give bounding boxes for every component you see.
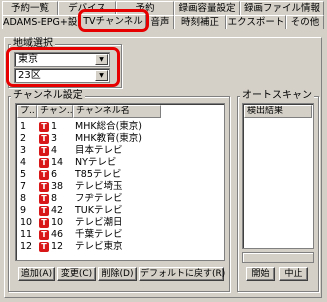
- tab-tv-channel[interactable]: TVチャンネル: [80, 14, 146, 30]
- channel-list-header: プ.. チャン.. チャンネル名: [17, 105, 161, 118]
- channel-logo-icon: T: [39, 181, 49, 192]
- row-channel-name: T85テレビ: [75, 168, 122, 180]
- channel-logo-icon: T: [39, 121, 49, 132]
- channel-logo-icon: T: [39, 205, 49, 216]
- add-button[interactable]: 追加(A): [18, 267, 55, 281]
- column-channel-name[interactable]: チャンネル名: [73, 105, 161, 118]
- tab-other[interactable]: その他: [286, 15, 324, 29]
- row-position: 8: [20, 192, 27, 204]
- channel-logo-icon: T: [39, 145, 49, 156]
- row-position: 9: [20, 204, 27, 216]
- tab-recording-file-info[interactable]: 録画ファイル情報: [240, 1, 324, 15]
- chevron-down-icon[interactable]: ▼: [95, 54, 108, 65]
- row-position: 2: [20, 132, 27, 144]
- chevron-down-icon[interactable]: ▼: [95, 70, 108, 81]
- row-channel-name: テレビ東京: [75, 240, 123, 252]
- tab-reservation-list[interactable]: 予約一覧: [2, 1, 58, 15]
- tab-row-back: 予約一覧 デバイス 予約 録画容量設定 録画ファイル情報: [0, 1, 327, 15]
- tab-adams-epg-settings[interactable]: ADAMS-EPG+設定: [2, 15, 80, 29]
- column-position[interactable]: プ..: [17, 105, 37, 118]
- channel-logo-icon: T: [39, 229, 49, 240]
- restore-default-button[interactable]: デフォルトに戻す(R): [139, 267, 225, 281]
- row-channel-name: MHK教育(東京): [75, 132, 142, 144]
- delete-button[interactable]: 削除(D): [98, 267, 137, 281]
- tab-time-correction[interactable]: 時刻補正: [174, 15, 226, 29]
- row-position: 7: [20, 180, 27, 192]
- prefecture-value: 東京: [18, 54, 38, 65]
- tab-row-front: ADAMS-EPG+設定 TVチャンネル 音声 時刻補正 エクスポート その他: [0, 14, 327, 30]
- prefecture-select[interactable]: 東京 ▼: [14, 52, 110, 67]
- tab-reservation[interactable]: 予約: [116, 1, 174, 15]
- row-channel-name: テレビ埼玉: [75, 180, 123, 192]
- row-channel-name: フヂテレビ: [75, 192, 123, 204]
- row-position: 10: [20, 216, 33, 228]
- row-channel: 4: [51, 144, 58, 156]
- scan-stop-button[interactable]: 中止: [279, 267, 308, 281]
- autoscan-group-label: オートスキャン: [240, 90, 314, 101]
- row-channel: 38: [51, 180, 64, 192]
- row-position: 12: [20, 240, 33, 252]
- autoscan-progress: [242, 252, 314, 263]
- channel-logo-icon: T: [39, 133, 49, 144]
- autoscan-result-list[interactable]: 検出結果: [242, 103, 314, 249]
- column-channel[interactable]: チャン..: [37, 105, 73, 118]
- tab-export[interactable]: エクスポート: [226, 15, 286, 29]
- channel-logo-icon: T: [39, 241, 49, 252]
- row-channel: 42: [51, 204, 64, 216]
- channel-logo-icon: T: [39, 193, 49, 204]
- region-group-label: 地域選択: [11, 38, 55, 49]
- row-channel: 3: [51, 132, 58, 144]
- row-channel: 10: [51, 216, 64, 228]
- row-position: 1: [20, 120, 27, 132]
- area-select[interactable]: 23区 ▼: [14, 68, 110, 83]
- row-channel-name: 千葉テレビ: [75, 228, 123, 240]
- tab-recording-capacity[interactable]: 録画容量設定: [174, 1, 240, 15]
- row-channel: 46: [51, 228, 64, 240]
- row-channel: 6: [51, 168, 58, 180]
- row-position: 3: [20, 144, 27, 156]
- row-position: 4: [20, 156, 27, 168]
- tab-device[interactable]: デバイス: [58, 1, 116, 15]
- row-channel-name: TUKテレビ: [75, 204, 123, 216]
- channel-logo-icon: T: [39, 169, 49, 180]
- row-channel-name: テレビ潮日: [75, 216, 123, 228]
- channel-logo-icon: T: [39, 217, 49, 228]
- row-channel: 14: [51, 156, 64, 168]
- row-channel-name: 目本テレビ: [75, 144, 123, 156]
- row-channel-name: NYテレビ: [75, 156, 117, 168]
- row-channel-name: MHK総合(東京): [75, 120, 142, 132]
- scan-start-button[interactable]: 開始: [246, 267, 275, 281]
- tab-audio[interactable]: 音声: [146, 15, 174, 29]
- channel-logo-icon: T: [39, 157, 49, 168]
- row-position: 11: [20, 228, 33, 240]
- channel-group-label: チャンネル設定: [11, 90, 85, 101]
- area-value: 23区: [18, 70, 41, 81]
- channel-list[interactable]: プ.. チャン.. チャンネル名 1 T1 MHK総合(東京) 2 T3 MHK…: [15, 103, 225, 261]
- autoscan-list-header: 検出結果: [244, 105, 312, 118]
- row-channel: 12: [51, 240, 64, 252]
- row-channel: 1: [51, 120, 58, 132]
- row-channel: 8: [51, 192, 58, 204]
- table-row[interactable]: 12 T 12 テレビ東京: [19, 240, 123, 253]
- column-detected-results[interactable]: 検出結果: [244, 105, 312, 118]
- change-button[interactable]: 変更(C): [57, 267, 96, 281]
- row-position: 5: [20, 168, 27, 180]
